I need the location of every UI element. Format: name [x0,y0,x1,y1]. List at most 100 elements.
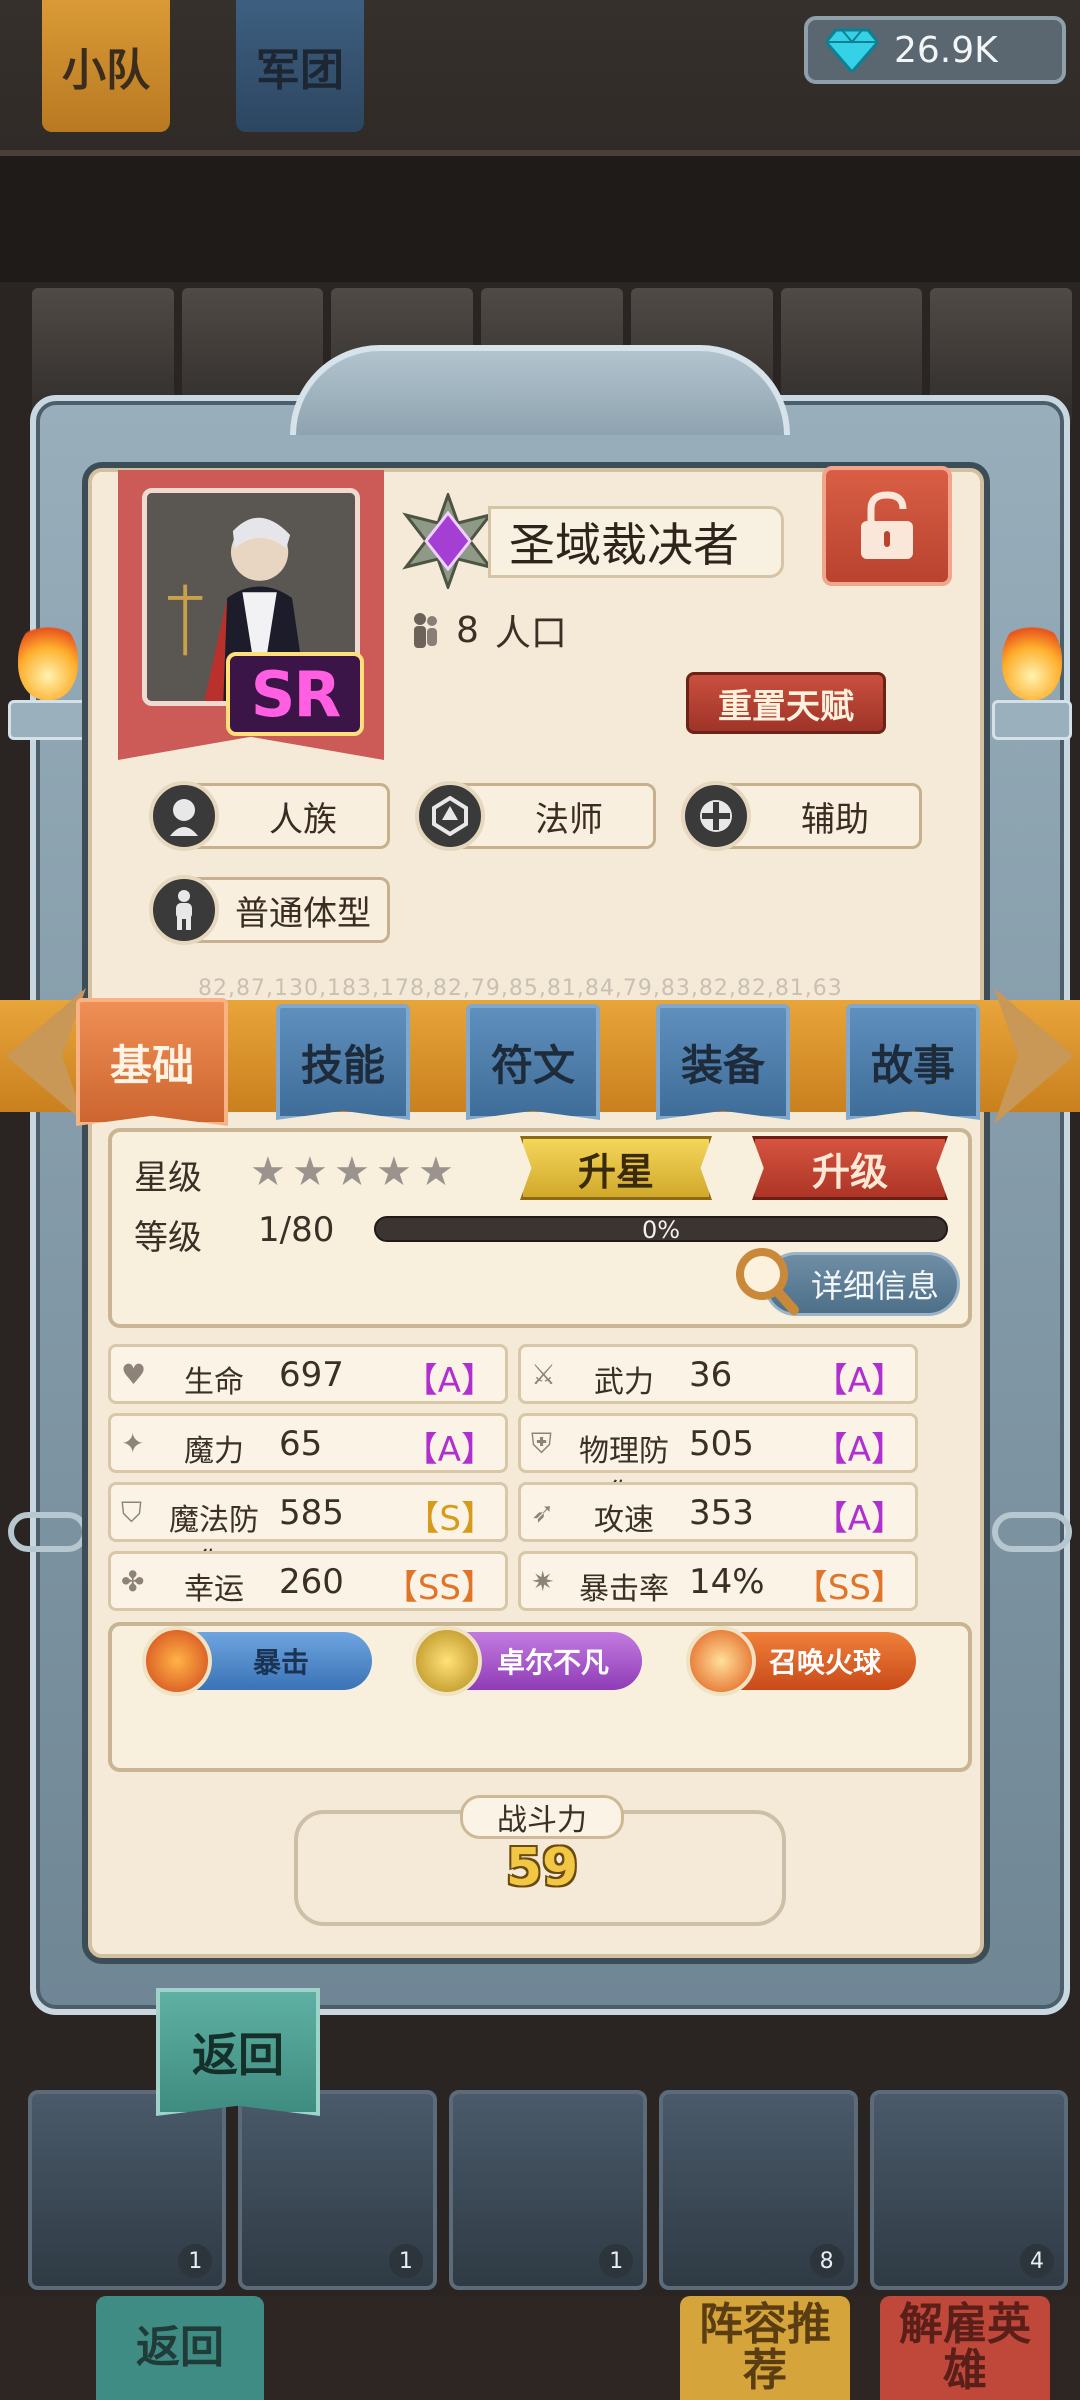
level-value: 1/80 [258,1210,335,1250]
support-cross-icon [681,781,751,851]
body-type-icon [149,875,219,945]
stat-row: ➶ 攻速 353 【A】 [518,1482,918,1542]
stat-row: ✦ 魔力 65 【A】 [108,1413,508,1473]
population-icon [414,613,437,648]
frame-arch [290,345,790,435]
power-label: 战斗力 [460,1795,624,1839]
mage-icon [415,781,485,851]
roster-card[interactable]: 1 [238,2090,437,2290]
stat-value: 505 [689,1424,754,1464]
star-icon: ★ [418,1149,454,1195]
tag-class-label: 法师 [535,799,603,840]
tab-basic[interactable]: 基础 [76,998,228,1126]
stat-row: ⛉魔法防御585【S】 [108,1482,508,1582]
tab-runes[interactable]: 符文 [466,1004,600,1120]
star-icon: ★ [250,1149,286,1195]
tag-body-label: 普通体型 [235,893,371,934]
stat-value: 353 [689,1493,754,1533]
population: 8 人口 [410,600,567,660]
power-value: 59 [505,1838,579,1898]
shield-icon: ⛨ [531,1427,553,1460]
roster-card[interactable]: 1 [448,2090,648,2290]
roster-level: 1 [599,2244,634,2278]
rarity-badge: SR [226,652,364,736]
currency-display[interactable]: 26.9K [804,16,1066,84]
diamond-icon [824,28,880,75]
stat-grade: 【A】 [403,1361,495,1401]
lock-button[interactable] [822,466,952,586]
human-icon [149,781,219,851]
tab-legion[interactable]: 军团 [236,0,364,132]
heart-icon: ♥ [121,1358,147,1391]
sparkle-icon: ✦ [121,1427,145,1460]
dismiss-hero-button[interactable]: 解雇英雄 [880,2296,1050,2400]
stat-value: 36 [689,1355,733,1395]
population-value: 8 [456,609,479,651]
stat-name: 生命 [184,1365,244,1400]
stat-name: 暴击率 [579,1572,669,1607]
stat-row: ✤ 幸运 260 【SS】 [108,1551,508,1611]
stat-row: ⛨物理防御505【A】 [518,1413,918,1513]
extraordinary-skill-icon [412,1626,482,1696]
skill-critical[interactable]: 暴击 [142,1626,372,1696]
currency-amount: 26.9K [894,29,998,71]
fireball-skill-icon [686,1626,756,1696]
tab-squad[interactable]: 小队 [42,0,170,132]
stat-grade: 【S】 [405,1499,495,1539]
tag-body[interactable]: 普通体型 [149,875,390,945]
roster-level: 1 [388,2244,423,2278]
stat-row: ♥ 生命 697 【A】 [108,1344,508,1404]
skill-name: 卓尔不凡 [496,1646,609,1679]
debug-numbers: 82,87,130,183,178,82,79,85,81,84,79,83,8… [198,976,843,1001]
stat-grade: 【A】 [813,1499,905,1539]
skill-name: 召唤火球 [768,1646,881,1679]
stat-name: 武力 [594,1365,654,1400]
stat-row: ⚔ 武力 36 【A】 [518,1344,918,1404]
roster-card[interactable]: 4 [869,2090,1069,2290]
tag-role-label: 辅助 [801,799,869,840]
stat-name: 攻速 [594,1503,654,1538]
star-icon: ★ [292,1149,328,1195]
stat-value: 260 [279,1562,344,1602]
stat-row: ✷ 暴击率 14% 【SS】 [518,1551,918,1611]
critical-skill-icon [142,1626,212,1696]
roster-card[interactable]: 1 [28,2090,227,2290]
skill-extraordinary[interactable]: 卓尔不凡 [412,1626,642,1696]
tab-story[interactable]: 故事 [846,1004,980,1120]
bottom-back-button[interactable]: 返回 [96,2296,264,2400]
boot-icon: ➶ [531,1496,555,1529]
sword-icon: ⚔ [531,1358,557,1391]
level-up-button[interactable]: 升级 [752,1136,948,1200]
back-button[interactable]: 返回 [156,1988,320,2116]
tag-race-label: 人族 [269,799,337,840]
skill-summon-fireball[interactable]: 召唤火球 [686,1626,916,1696]
chain-left [8,1512,88,1552]
stat-value: 585 [279,1493,344,1533]
magnifier-icon [736,1248,799,1315]
chain-right [992,1512,1072,1552]
stat-name: 魔力 [184,1434,244,1469]
unlock-icon [861,491,913,559]
burst-icon: ✷ [531,1565,555,1598]
xp-percent: 0% [641,1216,681,1244]
stat-value: 65 [279,1424,323,1464]
stat-grade: 【SS】 [383,1568,495,1608]
skill-name: 暴击 [252,1646,309,1679]
level-label: 等级 [134,1218,202,1258]
tag-class[interactable]: 法师 [415,781,656,851]
reset-talent-button[interactable]: 重置天赋 [686,672,886,734]
tag-role[interactable]: 辅助 [681,781,922,851]
roster-row: 1 1 1 8 4 [28,2090,1069,2290]
roster-card[interactable]: 8 [659,2090,858,2290]
stat-grade: 【A】 [403,1430,495,1470]
tab-skills[interactable]: 技能 [276,1004,410,1120]
tab-equipment[interactable]: 装备 [656,1004,790,1120]
stat-grade: 【SS】 [793,1568,905,1608]
magic-shield-icon: ⛉ [121,1496,143,1529]
lineup-recommend-button[interactable]: 阵容推荐 [680,2296,850,2400]
star-label: 星级 [134,1158,202,1198]
tag-race[interactable]: 人族 [149,781,390,851]
population-label: 人口 [494,613,567,654]
star-up-button[interactable]: 升星 [520,1136,712,1200]
torch-right [992,620,1072,770]
